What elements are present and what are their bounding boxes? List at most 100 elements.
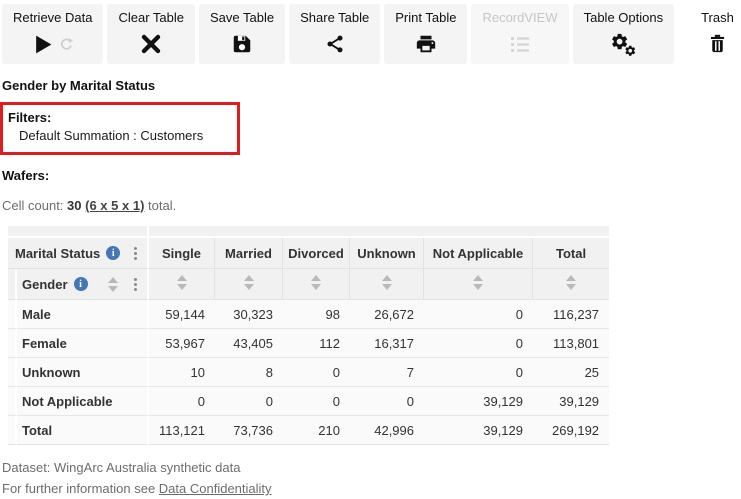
table-options-label: Table Options: [583, 10, 664, 25]
data-cell: 0: [283, 358, 350, 387]
data-cell: 0: [147, 387, 215, 416]
confidentiality-prefix: For further information see: [2, 481, 159, 496]
data-cell: 0: [424, 329, 533, 358]
sort-icon[interactable]: [243, 275, 254, 290]
data-cell: 116,237: [533, 300, 610, 329]
column-header: Not Applicable: [424, 238, 533, 269]
row-label: Female: [17, 329, 147, 358]
data-cell: 113,801: [533, 329, 610, 358]
column-header: Single: [147, 238, 215, 269]
clear-table-label: Clear Table: [118, 10, 185, 25]
table-row: Female 53,967 43,405 112 16,317 0 113,80…: [8, 329, 610, 358]
refresh-icon: [60, 37, 73, 50]
row-variable-cell: Gender: [17, 269, 147, 300]
data-cell: 73,736: [215, 416, 283, 445]
data-cell: 8: [215, 358, 283, 387]
print-table-button[interactable]: Print Table: [384, 4, 468, 64]
cell-dimensions-link[interactable]: (6 x 5 x 1): [85, 198, 144, 213]
column-sort-cell: [424, 269, 533, 300]
print-table-label: Print Table: [395, 10, 457, 25]
table-row-total: Total 113,121 73,736 210 42,996 39,129 2…: [8, 416, 610, 445]
info-icon[interactable]: [106, 246, 121, 260]
table-row: Male 59,144 30,323 98 26,672 0 116,237: [8, 300, 610, 329]
recordview-label: RecordVIEW: [482, 10, 558, 25]
data-cell: 30,323: [215, 300, 283, 329]
data-cell: 98: [283, 300, 350, 329]
results-table: Marital Status Single Married Divorced U…: [8, 226, 610, 445]
sort-icon[interactable]: [176, 275, 187, 290]
cell-count-line: Cell count: 30 (6 x 5 x 1) total.: [2, 198, 741, 213]
column-header: Unknown: [350, 238, 424, 269]
data-cell: 43,405: [215, 329, 283, 358]
row-label: Total: [17, 416, 147, 445]
trash-label: Trash: [701, 10, 734, 25]
kebab-menu-icon[interactable]: [132, 276, 139, 293]
column-sort-cell: [147, 269, 215, 300]
table-top-strip: [8, 226, 610, 238]
row-gutter: [8, 358, 17, 387]
dataset-note: Dataset: WingArc Australia synthetic dat…: [2, 460, 241, 475]
data-cell: 39,129: [424, 387, 533, 416]
data-cell: 0: [283, 387, 350, 416]
clear-table-button[interactable]: Clear Table: [107, 4, 196, 64]
sort-icon[interactable]: [381, 275, 392, 290]
row-label: Male: [17, 300, 147, 329]
column-header: Divorced: [283, 238, 350, 269]
cell-count-prefix: Cell count:: [2, 198, 68, 213]
column-variable-cell: Marital Status: [8, 238, 147, 269]
retrieve-data-button[interactable]: Retrieve Data: [2, 4, 104, 64]
kebab-menu-icon[interactable]: [132, 245, 139, 262]
trash-icon: [710, 34, 725, 53]
data-cell: 7: [350, 358, 424, 387]
confidentiality-note: For further information see Data Confide…: [2, 478, 741, 499]
share-table-label: Share Table: [300, 10, 370, 25]
data-cell: 53,967: [147, 329, 215, 358]
trash-button[interactable]: Trash: [690, 4, 741, 64]
data-cell: 0: [350, 387, 424, 416]
column-header: Married: [215, 238, 283, 269]
column-variable-label: Marital Status: [15, 245, 101, 261]
column-header: Total: [533, 238, 610, 269]
row-gutter: [8, 269, 17, 300]
info-icon[interactable]: [73, 277, 88, 291]
sort-icon[interactable]: [473, 275, 483, 290]
retrieve-data-label: Retrieve Data: [13, 10, 93, 25]
wafers-heading: Wafers:: [2, 168, 50, 183]
recordview-button: RecordVIEW: [471, 4, 569, 64]
sort-icon[interactable]: [311, 275, 321, 290]
sort-icon[interactable]: [566, 275, 577, 290]
filter-item: Default Summation : Customers: [19, 128, 204, 143]
table-row: Unknown 10 8 0 7 0 25: [8, 358, 610, 387]
data-cell: 0: [424, 300, 533, 329]
data-confidentiality-link[interactable]: Data Confidentiality: [159, 481, 272, 496]
table-options-button[interactable]: Table Options: [572, 4, 675, 64]
data-cell: 42,996: [350, 416, 424, 445]
data-cell: 112: [283, 329, 350, 358]
table-row: Not Applicable 0 0 0 0 39,129 39,129: [8, 387, 610, 416]
toolbar: Retrieve Data Clear Table Save Table Sha…: [0, 0, 741, 64]
data-cell: 113,121: [147, 416, 215, 445]
column-sort-cell: [533, 269, 610, 300]
page-title: Gender by Marital Status: [2, 78, 156, 93]
results-table-wrap: Marital Status Single Married Divorced U…: [8, 226, 741, 445]
data-cell: 10: [147, 358, 215, 387]
data-cell: 39,129: [533, 387, 610, 416]
footer: Dataset: WingArc Australia synthetic dat…: [2, 457, 741, 499]
cell-count-suffix: total.: [144, 198, 177, 213]
filters-heading: Filters:: [8, 110, 52, 125]
column-sort-cell: [283, 269, 350, 300]
data-cell: 269,192: [533, 416, 610, 445]
share-table-button[interactable]: Share Table: [289, 4, 381, 64]
row-gutter: [8, 387, 17, 416]
sort-row: Gender: [8, 269, 610, 300]
printer-icon: [416, 35, 436, 53]
save-table-button[interactable]: Save Table: [199, 4, 286, 64]
data-cell: 16,317: [350, 329, 424, 358]
floppy-icon: [233, 35, 251, 53]
row-gutter: [8, 329, 17, 358]
column-header-row: Marital Status Single Married Divorced U…: [8, 238, 610, 269]
sort-icon[interactable]: [107, 276, 118, 292]
list-icon: [511, 37, 530, 52]
play-icon: [35, 35, 52, 53]
data-cell: 39,129: [424, 416, 533, 445]
